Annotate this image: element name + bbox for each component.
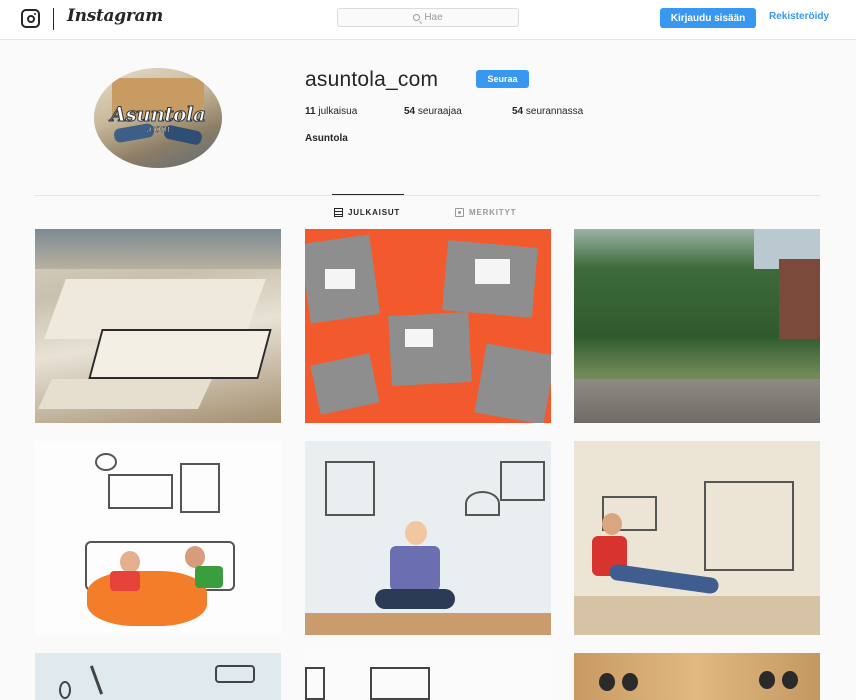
nav-divider bbox=[53, 8, 54, 30]
tag-icon bbox=[455, 208, 464, 217]
active-tab-indicator bbox=[332, 194, 404, 195]
tabs-divider bbox=[34, 195, 820, 196]
profile-username: asuntola_com bbox=[305, 68, 439, 91]
stat-followers-count: 54 bbox=[404, 106, 418, 117]
tab-tagged[interactable]: MERKITYT bbox=[455, 208, 516, 217]
avatar-logo-sub: .com bbox=[145, 124, 171, 135]
search-input[interactable]: Hae bbox=[337, 8, 519, 27]
search-placeholder: Hae bbox=[424, 12, 443, 23]
post-thumbnail[interactable] bbox=[305, 229, 551, 423]
post-thumbnail[interactable] bbox=[35, 229, 281, 423]
stat-posts-label: julkaisua bbox=[318, 106, 358, 117]
stat-posts-count: 11 bbox=[305, 106, 319, 117]
register-link[interactable]: Rekisteröidy bbox=[769, 11, 829, 22]
instagram-camera-icon[interactable] bbox=[21, 9, 40, 28]
stat-following-label: seurannassa bbox=[525, 106, 584, 117]
post-thumbnail[interactable] bbox=[574, 229, 820, 423]
search-icon bbox=[413, 14, 421, 21]
post-thumbnail[interactable] bbox=[35, 441, 281, 635]
grid-icon bbox=[334, 208, 343, 217]
profile-full-name: Asuntola bbox=[305, 133, 348, 144]
post-thumbnail[interactable] bbox=[305, 441, 551, 635]
tab-posts[interactable]: JULKAISUT bbox=[334, 208, 400, 217]
stat-following-count: 54 bbox=[512, 106, 526, 117]
stat-following[interactable]: 54 seurannassa bbox=[512, 106, 583, 117]
tab-tagged-label: MERKITYT bbox=[469, 208, 517, 217]
profile-avatar[interactable]: Asuntola .com bbox=[94, 68, 222, 168]
top-nav: Instagram Hae Kirjaudu sisään Rekisteröi… bbox=[0, 0, 856, 40]
tab-posts-label: JULKAISUT bbox=[348, 208, 401, 217]
follow-button[interactable]: Seuraa bbox=[476, 70, 529, 88]
stat-followers[interactable]: 54 seuraajaa bbox=[404, 106, 462, 117]
post-thumbnail[interactable] bbox=[305, 653, 551, 700]
post-thumbnail[interactable] bbox=[35, 653, 281, 700]
instagram-wordmark[interactable]: Instagram bbox=[67, 6, 163, 26]
stat-posts: 11 julkaisua bbox=[305, 106, 357, 117]
post-thumbnail[interactable] bbox=[574, 441, 820, 635]
post-thumbnail[interactable] bbox=[574, 653, 820, 700]
login-button[interactable]: Kirjaudu sisään bbox=[660, 8, 756, 28]
avatar-logo-text: Asuntola bbox=[110, 102, 207, 127]
stat-followers-label: seuraajaa bbox=[417, 106, 462, 117]
